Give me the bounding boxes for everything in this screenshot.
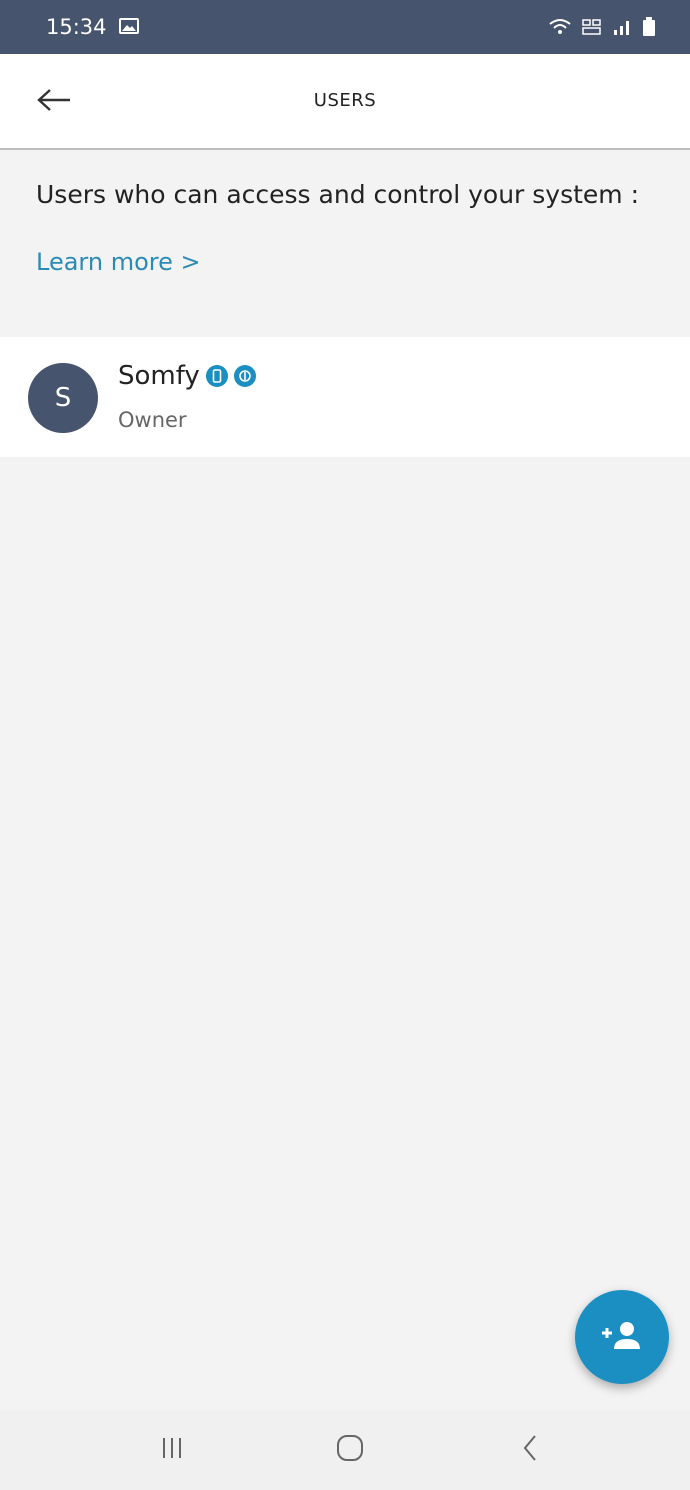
avatar: S	[28, 363, 98, 433]
home-icon	[336, 1434, 364, 1466]
user-name: Somfy	[118, 361, 200, 391]
recent-apps-button[interactable]	[142, 1428, 202, 1472]
status-left: 15:34	[46, 15, 139, 39]
volte-icon	[582, 18, 602, 36]
app-bar: USERS	[0, 54, 690, 150]
page-title: USERS	[313, 90, 377, 111]
power-badge-icon	[233, 365, 256, 387]
battery-icon	[642, 17, 656, 37]
learn-more-link[interactable]: Learn more >	[36, 248, 201, 276]
status-right	[548, 17, 656, 37]
image-notification-icon	[118, 15, 139, 39]
intro-text: Users who can access and control your sy…	[36, 180, 640, 209]
home-button[interactable]	[320, 1428, 380, 1472]
status-bar: 15:34	[0, 0, 690, 54]
recent-apps-icon	[160, 1436, 184, 1464]
status-time: 15:34	[46, 15, 107, 39]
wifi-icon	[548, 18, 572, 36]
intro-section: Users who can access and control your sy…	[0, 152, 690, 336]
user-row[interactable]: S Somfy Owner	[0, 337, 690, 457]
signal-icon	[612, 18, 632, 36]
user-role: Owner	[118, 408, 187, 432]
avatar-initial: S	[54, 383, 72, 413]
phone-badge-icon	[205, 365, 228, 387]
back-icon	[522, 1434, 538, 1466]
user-name-line: Somfy	[118, 361, 256, 391]
add-user-button[interactable]	[575, 1290, 669, 1384]
navigation-bar	[0, 1410, 690, 1490]
add-user-icon	[600, 1320, 644, 1354]
system-back-button[interactable]	[500, 1428, 560, 1472]
